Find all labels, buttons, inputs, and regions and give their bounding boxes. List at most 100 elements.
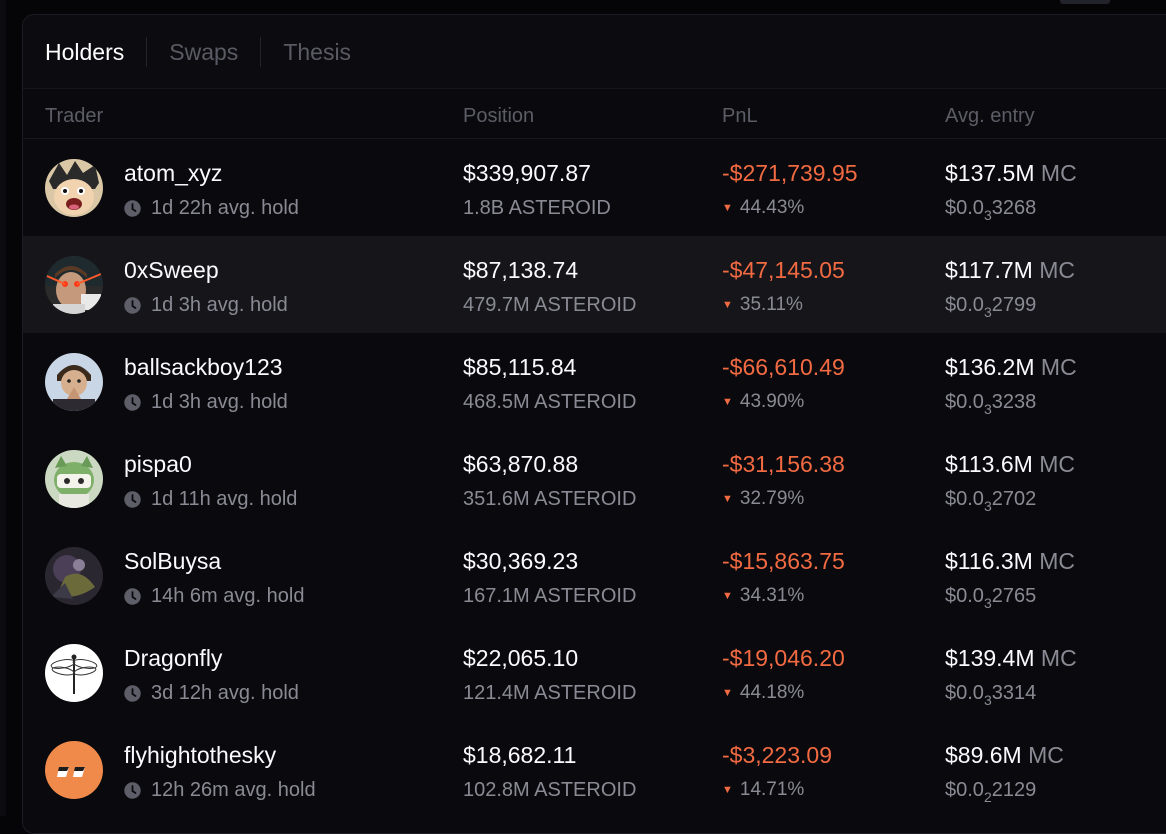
table-row[interactable]: pispa0 1d 11h avg. hold $63,870.88 351.6… <box>23 430 1166 527</box>
avg-hold: 12h 26m avg. hold <box>124 779 316 802</box>
pnl-percent: ▼ 32.79% <box>722 488 804 510</box>
mc-label: MC <box>1039 451 1075 477</box>
price-digits: 2799 <box>991 294 1037 316</box>
price-digits: 2129 <box>991 779 1037 801</box>
down-triangle-icon: ▼ <box>722 590 733 602</box>
trader-name[interactable]: SolBuysa <box>124 548 221 575</box>
mc-label: MC <box>1040 645 1077 671</box>
avg-hold-text: 14h 6m avg. hold <box>151 585 305 607</box>
price-prefix: $0.0 <box>945 779 984 801</box>
tab-swaps[interactable]: Swaps <box>146 36 260 67</box>
pnl-value: -$19,046.20 <box>722 645 845 671</box>
table-row[interactable]: 0xSweep 1d 3h avg. hold $87,138.74 479.7… <box>23 236 1166 333</box>
avatar[interactable] <box>45 353 103 411</box>
avg-hold-text: 1d 11h avg. hold <box>151 488 298 510</box>
position-tokens: 167.1M ASTEROID <box>463 585 637 607</box>
table-row[interactable]: atom_xyz 1d 22h avg. hold $339,907.87 1.… <box>23 139 1166 236</box>
pnl-percent: ▼ 35.11% <box>722 294 803 316</box>
avg-entry-mc: $136.2M MC <box>945 354 1077 381</box>
avatar[interactable] <box>45 741 103 799</box>
avg-entry-mc: $116.3M MC <box>945 548 1075 575</box>
avg-entry-price: $0.033314 <box>945 682 1036 708</box>
avatar[interactable] <box>45 450 103 508</box>
column-header-trader[interactable]: Trader <box>45 105 103 128</box>
pnl-percent: ▼ 44.43% <box>722 197 804 219</box>
price-zero-count: 3 <box>983 401 992 417</box>
pnl-percent-text: 44.43% <box>739 197 805 218</box>
table-header: Trader Position PnL Avg. entry <box>23 89 1166 139</box>
trader-name[interactable]: atom_xyz <box>124 160 222 187</box>
avg-entry-price: $0.032799 <box>945 294 1037 320</box>
position-tokens: 468.5M ASTEROID <box>463 391 637 413</box>
position-value: $339,907.87 <box>463 160 591 186</box>
mc-label: MC <box>1039 548 1075 574</box>
trader-name[interactable]: ballsackboy123 <box>124 354 283 381</box>
clock-icon <box>124 491 141 508</box>
table-row[interactable]: ballsackboy123 1d 3h avg. hold $85,115.8… <box>23 333 1166 430</box>
position-value: $63,870.88 <box>463 451 579 477</box>
price-digits: 2765 <box>991 585 1037 607</box>
pnl-percent-text: 35.11% <box>739 294 803 315</box>
avg-entry-mc: $113.6M MC <box>945 451 1075 478</box>
pnl-percent-text: 14.71% <box>739 779 805 800</box>
pnl-value: -$31,156.38 <box>722 451 845 477</box>
holders-panel: Holders Swaps Thesis Trader Position PnL… <box>22 14 1166 834</box>
avg-entry-mc-value: $117.7M <box>945 257 1033 283</box>
avatar[interactable] <box>45 159 103 217</box>
position-tokens: 1.8B ASTEROID <box>463 197 611 219</box>
trader-name[interactable]: pispa0 <box>124 451 192 478</box>
column-header-avg-entry[interactable]: Avg. entry <box>945 105 1035 128</box>
tab-bar: Holders Swaps Thesis <box>23 15 1166 89</box>
down-triangle-icon: ▼ <box>722 299 733 311</box>
tab-holders[interactable]: Holders <box>45 37 146 67</box>
column-header-position[interactable]: Position <box>463 105 534 128</box>
avg-entry-price: $0.033268 <box>945 197 1036 223</box>
avg-hold-text: 1d 3h avg. hold <box>151 294 288 316</box>
avg-entry-mc-value: $139.4M <box>945 645 1035 671</box>
clock-icon <box>124 200 141 217</box>
avg-hold-text: 1d 3h avg. hold <box>151 391 288 413</box>
trader-name[interactable]: 0xSweep <box>124 257 219 284</box>
avatar[interactable] <box>45 256 103 314</box>
column-header-pnl[interactable]: PnL <box>722 105 758 128</box>
avg-hold: 3d 12h avg. hold <box>124 682 299 705</box>
avg-entry-mc: $137.5M MC <box>945 160 1077 187</box>
tab-thesis[interactable]: Thesis <box>260 36 373 67</box>
avg-entry-mc-value: $136.2M <box>945 354 1035 380</box>
pnl-value: -$15,863.75 <box>722 548 845 574</box>
holders-table: atom_xyz 1d 22h avg. hold $339,907.87 1.… <box>23 139 1166 818</box>
table-row[interactable]: Dragonfly 3d 12h avg. hold $22,065.10 12… <box>23 624 1166 721</box>
position-tokens: 479.7M ASTEROID <box>463 294 637 316</box>
avatar[interactable] <box>45 644 103 702</box>
price-zero-count: 3 <box>983 207 992 223</box>
position-value: $22,065.10 <box>463 645 579 671</box>
trader-name[interactable]: flyhightothesky <box>124 742 276 769</box>
top-handle <box>1060 0 1110 4</box>
price-zero-count: 3 <box>983 498 992 514</box>
avg-entry-mc: $89.6M MC <box>945 742 1064 769</box>
price-prefix: $0.0 <box>945 294 984 316</box>
price-digits: 2702 <box>991 488 1037 510</box>
avg-entry-price: $0.032765 <box>945 585 1037 611</box>
position-value: $87,138.74 <box>463 257 579 283</box>
position-value: $30,369.23 <box>463 548 579 574</box>
table-row[interactable]: SolBuysa 14h 6m avg. hold $30,369.23 167… <box>23 527 1166 624</box>
mc-label: MC <box>1039 257 1075 283</box>
mc-label: MC <box>1040 160 1077 186</box>
pnl-value: -$47,145.05 <box>722 257 845 283</box>
pnl-value: -$66,610.49 <box>722 354 845 380</box>
avg-hold-text: 12h 26m avg. hold <box>151 779 316 801</box>
avg-entry-mc-value: $113.6M <box>945 451 1033 477</box>
avatar[interactable] <box>45 547 103 605</box>
price-digits: 3238 <box>991 391 1037 413</box>
trader-name[interactable]: Dragonfly <box>124 645 222 672</box>
avg-entry-price: $0.033238 <box>945 391 1037 417</box>
avg-hold: 1d 11h avg. hold <box>124 488 297 511</box>
table-row[interactable]: flyhightothesky 12h 26m avg. hold $18,68… <box>23 721 1166 818</box>
avg-entry-mc-value: $116.3M <box>945 548 1033 574</box>
price-prefix: $0.0 <box>945 197 984 219</box>
mc-label: MC <box>1028 742 1064 768</box>
pnl-percent: ▼ 43.90% <box>722 391 804 413</box>
pnl-percent: ▼ 14.71% <box>722 779 804 801</box>
clock-icon <box>124 394 141 411</box>
